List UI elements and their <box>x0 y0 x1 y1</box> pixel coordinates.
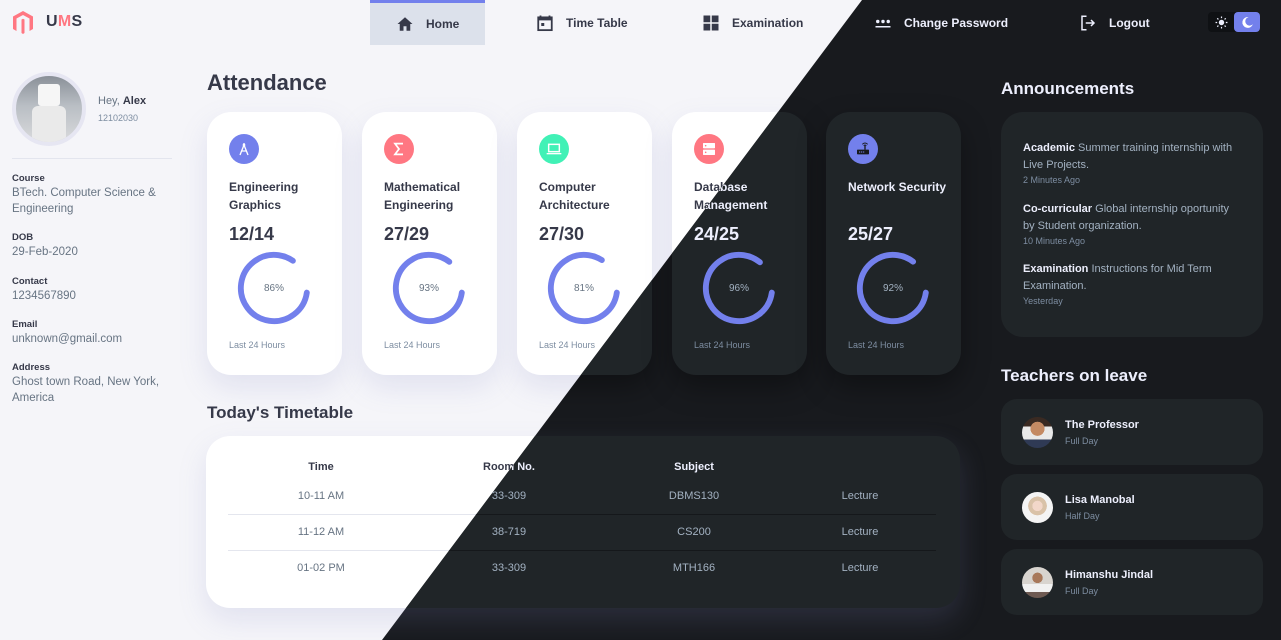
attendance-percent: 81% <box>573 282 594 294</box>
student-id: 12102030 <box>98 113 139 123</box>
subject-icon-badge <box>539 134 569 164</box>
nav-change-password[interactable]: Change Password <box>874 0 1008 45</box>
teachers-leave-title: Teachers on leave <box>1001 366 1148 385</box>
announcements-card: Academic Summer training internship with… <box>1001 112 1263 337</box>
attendance-percent: 93% <box>418 282 439 294</box>
profile: Hey, Alex 12102030 <box>12 72 146 146</box>
teacher-avatar <box>1022 566 1053 598</box>
nav-timetable-label: Time Table <box>566 15 628 30</box>
attendance-percent: 92% <box>882 282 903 294</box>
attendance-count: 24/25 <box>694 224 740 244</box>
sigma-icon <box>393 142 403 156</box>
attendance-percent: 86% <box>263 282 284 294</box>
period-label: Last 24 Hours <box>539 340 596 350</box>
attendance-card[interactable]: Mathematical Engineering 27/29 93% Last 24 … <box>362 112 497 375</box>
avatar[interactable] <box>12 72 86 146</box>
cell-time: 10-11 AM <box>228 478 414 515</box>
announcement-item[interactable]: Academic Summer training internship with… <box>1023 140 1243 185</box>
cell-time: 11-12 AM <box>228 514 414 551</box>
leave-status: Full Day <box>1065 585 1099 596</box>
info-address: AddressGhost town Road, New York, Americ… <box>12 362 160 404</box>
subject-icon-badge <box>848 134 878 164</box>
nav-examination-label: Examination <box>732 15 804 30</box>
nav-home-label: Home <box>426 17 460 31</box>
light-mode-button[interactable] <box>1208 12 1234 32</box>
attendance-count: 12/14 <box>229 224 275 244</box>
sidebar-divider <box>12 158 172 159</box>
home-icon <box>397 17 413 31</box>
password-icon <box>875 19 891 27</box>
subject-name: Computer Architecture <box>539 180 610 212</box>
period-label: Last 24 Hours <box>848 340 905 350</box>
nav-logout-label: Logout <box>1109 15 1150 30</box>
cell-subject: CS200 <box>604 514 784 551</box>
header-type <box>784 456 936 478</box>
announcement-item[interactable]: Co-curricular Global internship oportuni… <box>1023 201 1243 246</box>
period-label: Last 24 Hours <box>229 340 286 350</box>
info-dob: DOB29-Feb-2020 <box>12 232 78 258</box>
subject-name: Network Security <box>848 180 947 194</box>
cell-type: Lecture <box>784 478 936 515</box>
info-email: Emailunknown@gmail.com <box>12 319 123 345</box>
subject-icon-badge <box>384 134 414 164</box>
teacher-avatar <box>1022 416 1053 448</box>
logo[interactable]: UMS <box>12 10 82 34</box>
attendance-count: 27/30 <box>539 224 585 244</box>
announcement-item[interactable]: Examination Instructions for Mid Term Ex… <box>1023 261 1243 306</box>
attendance-card[interactable]: Engineering Graphics 12/14 86% Last 24 Hour… <box>207 112 342 375</box>
nav-home[interactable]: Home <box>370 0 485 45</box>
period-label: Last 24 Hours <box>694 340 751 350</box>
leave-item[interactable]: Lisa Manobal Half Day <box>1001 474 1263 540</box>
compass-icon <box>239 143 249 156</box>
greeting: Hey, Alex <box>98 95 147 107</box>
teacher-name: The Professor <box>1065 418 1139 431</box>
database-icon <box>703 143 715 155</box>
sun-icon <box>1215 16 1227 28</box>
cell-type: Lecture <box>841 562 879 575</box>
logo-icon <box>13 11 33 34</box>
nav-examination[interactable]: Examination <box>702 0 803 45</box>
announcements-title: Announcements <box>1001 79 1135 98</box>
teacher-avatar <box>1022 491 1053 523</box>
student-name: Alex <box>122 95 147 107</box>
subject-name: Mathematical Engineering <box>384 180 461 212</box>
logo-text: UMS <box>46 13 83 30</box>
cell-subject: DBMS130 <box>604 478 784 515</box>
attendance-count: 27/29 <box>384 224 430 244</box>
moon-icon <box>1241 16 1253 28</box>
cell-time: 01-02 PM <box>297 562 345 575</box>
leave-item[interactable]: Himanshu Jindal Full Day <box>1001 549 1263 615</box>
info-course: CourseBTech. Computer Science & Engineer… <box>12 173 156 215</box>
grid-icon <box>703 15 719 30</box>
subject-name: Engineering Graphics <box>229 180 299 212</box>
header-subject: Subject <box>674 461 714 473</box>
logout-icon <box>1081 15 1096 30</box>
router-icon <box>857 142 869 155</box>
theme-toggle[interactable] <box>1208 12 1260 32</box>
leave-item[interactable]: The Professor Full Day <box>1001 399 1263 465</box>
teacher-name: Himanshu Jindal <box>1065 568 1154 581</box>
attendance-count: 25/27 <box>848 224 894 244</box>
dark-mode-button[interactable] <box>1234 12 1260 32</box>
nav-change-password-label: Change Password <box>904 15 1009 30</box>
teacher-name: Lisa Manobal <box>1065 493 1135 506</box>
calendar-icon <box>537 15 553 31</box>
header-time: Time <box>308 461 334 473</box>
subject-icon-badge <box>694 134 724 164</box>
nav-logout[interactable]: Logout <box>1079 0 1150 45</box>
attendance-card[interactable]: Network Security 25/27 92% Last 24 Hours <box>826 112 961 375</box>
attendance-title: Attendance <box>207 70 327 95</box>
laptop-icon <box>546 143 562 155</box>
timetable-title: Today's Timetable <box>207 403 354 422</box>
cell-type: Lecture <box>784 514 936 551</box>
subject-icon-badge <box>229 134 259 164</box>
period-label: Last 24 Hours <box>384 340 441 350</box>
leave-status: Full Day <box>1065 435 1099 446</box>
leave-status: Half Day <box>1065 510 1100 521</box>
attendance-percent: 96% <box>728 282 749 294</box>
cell-subject: MTH166 <box>672 562 716 575</box>
info-contact: Contact1234567890 <box>12 276 76 302</box>
nav-timetable[interactable]: Time Table <box>536 0 628 45</box>
